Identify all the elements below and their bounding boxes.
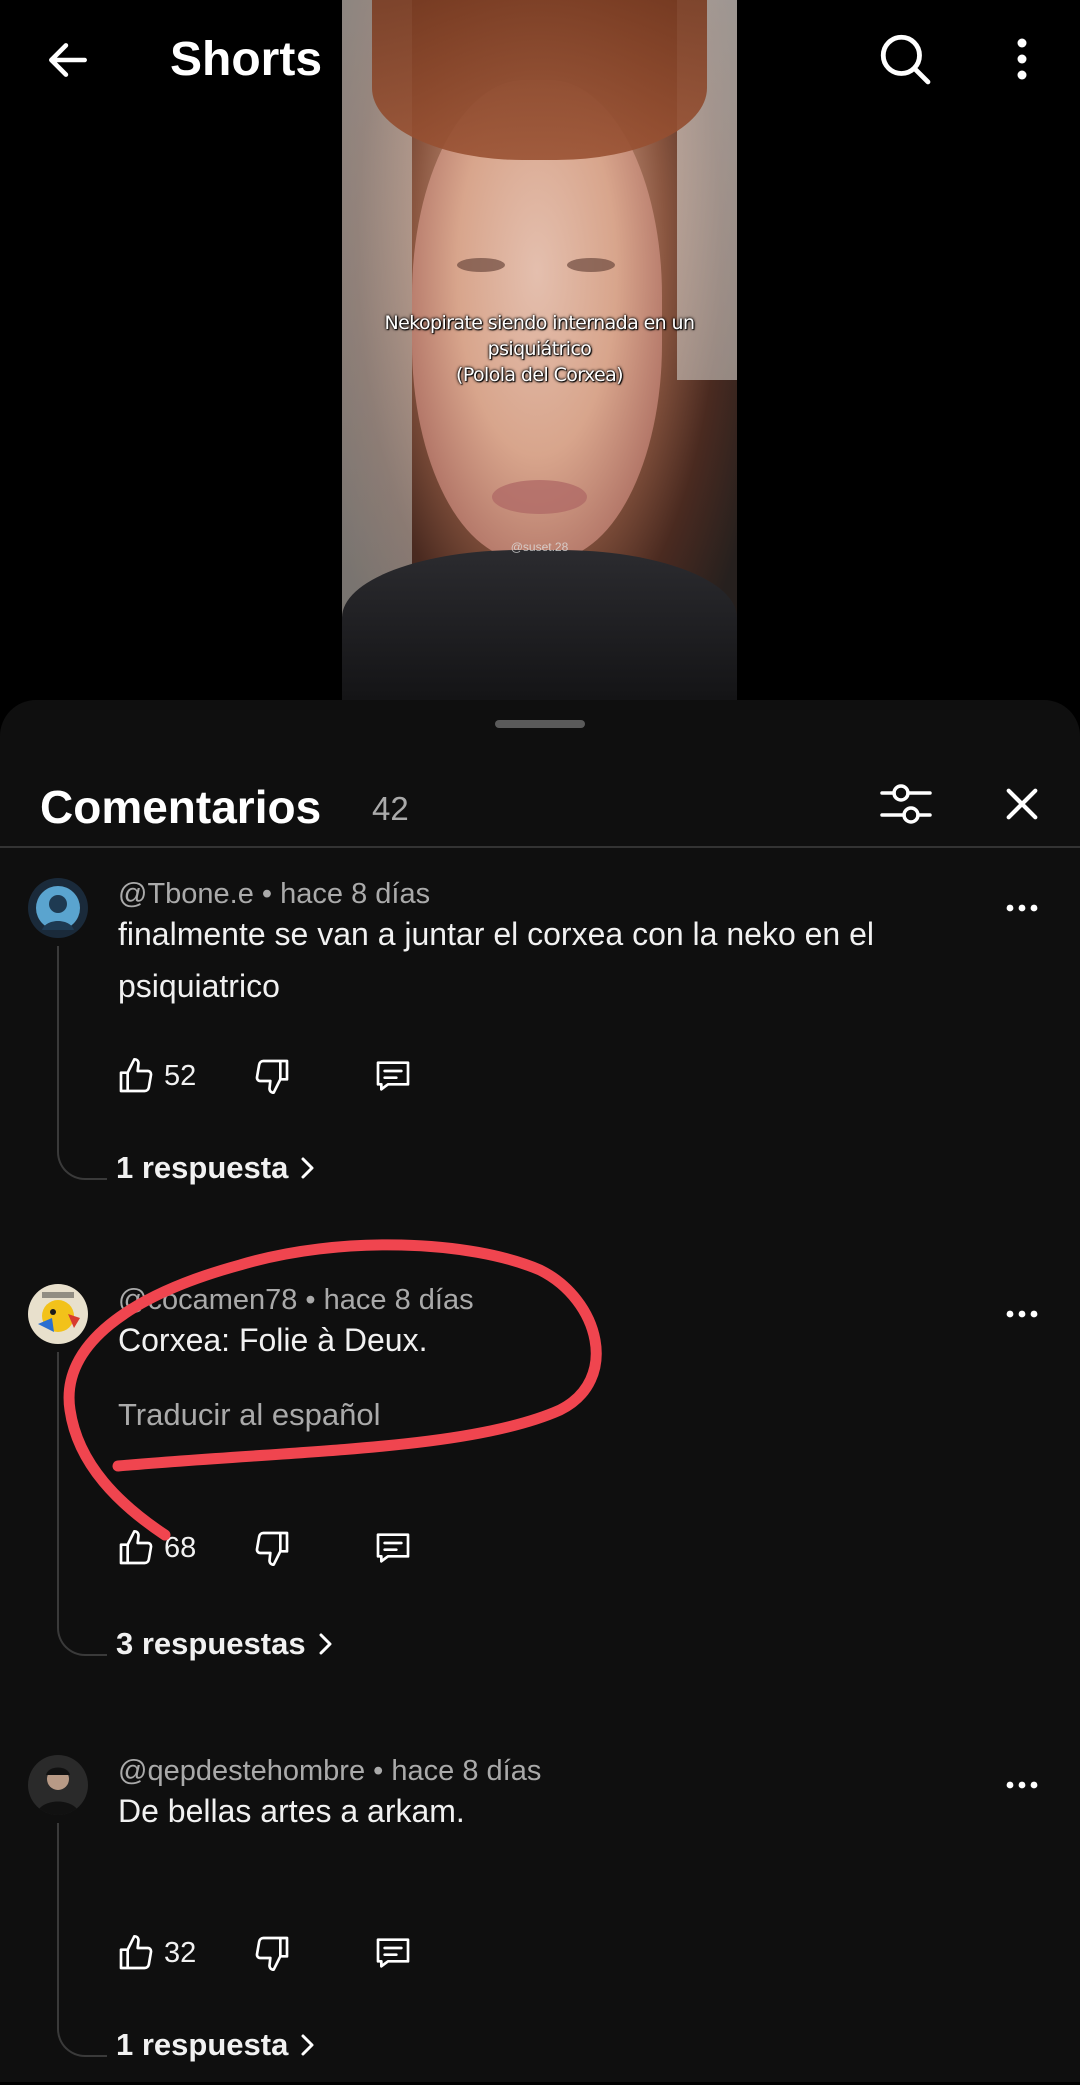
more-vert-icon [1017,38,1027,80]
top-bar: Shorts [0,0,1080,120]
thumbs-down-icon [255,1531,289,1566]
comment-author[interactable]: @cocamen78 [118,1284,297,1316]
comment-reply-icon [376,1061,410,1091]
like-button[interactable]: 32 [116,1933,196,1973]
more-horiz-icon [1006,1310,1038,1318]
comment-meta: @cocamen78 • hace 8 días [118,1284,474,1316]
reply-button[interactable] [372,1528,414,1568]
view-replies-button[interactable]: 3 respuestas [116,1626,334,1662]
comments-count: 42 [372,790,409,827]
more-horiz-icon [1006,1781,1038,1789]
replies-label: 1 respuesta [116,2027,289,2062]
avatar[interactable] [28,1284,88,1344]
dislike-button[interactable] [252,1056,292,1096]
drag-handle[interactable] [495,720,585,728]
more-horiz-icon [1006,904,1038,912]
avatar[interactable] [28,1755,88,1815]
thread-line [57,946,107,1180]
video-watermark: @suset.28 [510,540,569,554]
replies-label: 3 respuestas [116,1626,306,1661]
comment-options-button[interactable] [1002,1294,1042,1334]
video-person-mouth [492,480,587,514]
thumbs-down-icon [255,1936,289,1971]
like-count: 68 [164,1531,197,1564]
video-caption: Nekopirate siendo internada en un psiqui… [342,310,737,388]
chevron-right-icon [319,1633,332,1655]
comment-options-button[interactable] [1002,888,1042,928]
thumbs-up-icon [119,1935,153,1970]
thumbs-up-icon [119,1058,153,1093]
reply-button[interactable] [372,1056,414,1096]
sort-filter-button[interactable] [872,770,940,838]
replies-label: 1 respuesta [116,1150,289,1185]
more-options-button[interactable] [992,24,1052,94]
comment-item: @Tbone.e • hace 8 días finalmente se van… [0,878,1080,1208]
search-icon [880,34,931,85]
avatar[interactable] [28,878,88,938]
comment-item: @cocamen78 • hace 8 días Corxea: Folie à… [0,1284,1080,1684]
comment-author[interactable]: @Tbone.e [118,878,254,910]
translate-link[interactable]: Traducir al español [118,1397,381,1433]
comment-meta: @qepdestehombre • hace 8 días [118,1755,542,1787]
thread-line [57,1352,107,1656]
video-caption-line: (Polola del Corxea) [456,364,624,386]
sliders-icon [880,784,932,824]
page-title: Shorts [170,33,323,86]
video-person-eye [457,258,505,272]
chevron-right-icon [301,1157,314,1179]
back-button[interactable] [36,28,100,92]
comment-reply-icon [376,1533,410,1563]
like-button[interactable]: 52 [116,1056,196,1096]
close-comments-button[interactable] [990,770,1054,838]
comment-options-button[interactable] [1002,1765,1042,1805]
like-count: 32 [164,1936,197,1969]
view-replies-button[interactable]: 1 respuesta [116,1150,316,1186]
thumbs-down-icon [255,1059,289,1094]
comment-time: hace 8 días [391,1755,542,1787]
avatar-image [28,1284,88,1344]
comments-panel: Comentarios 42 @Tbone.e • hace 8 días fi… [0,700,1080,2082]
video-person-shirt [342,550,737,700]
arrow-left-icon [49,43,87,77]
like-count: 52 [164,1059,197,1092]
close-icon [1006,788,1038,820]
reply-button[interactable] [372,1933,414,1973]
thread-line [57,1823,107,2057]
thumbs-up-icon [119,1530,153,1565]
comment-text: Corxea: Folie à Deux. [118,1322,428,1358]
comments-header: Comentarios 42 [0,760,1080,848]
video-person-eye [567,258,615,272]
avatar-image [28,878,88,938]
comments-title: Comentarios [40,781,322,833]
view-replies-button[interactable]: 1 respuesta [116,2027,316,2063]
comment-time: hace 8 días [323,1284,474,1316]
avatar-image [28,1755,88,1815]
comment-item: @qepdestehombre • hace 8 días De bellas … [0,1755,1080,2085]
chevron-right-icon [301,2034,314,2056]
video-caption-line: psiquiátrico [487,338,592,360]
search-button[interactable] [870,24,940,94]
comment-time: hace 8 días [280,878,431,910]
comment-reply-icon [376,1938,410,1968]
header-divider [0,846,1080,848]
like-button[interactable]: 68 [116,1528,196,1568]
video-caption-line: Nekopirate siendo internada en un [384,312,695,334]
comment-text: De bellas artes a arkam. [118,1793,465,1829]
dislike-button[interactable] [252,1933,292,1973]
comment-meta: @Tbone.e • hace 8 días [118,878,431,910]
comment-text: finalmente se van a juntar el corxea con… [118,916,875,1004]
comment-author[interactable]: @qepdestehombre [118,1755,365,1787]
dislike-button[interactable] [252,1528,292,1568]
